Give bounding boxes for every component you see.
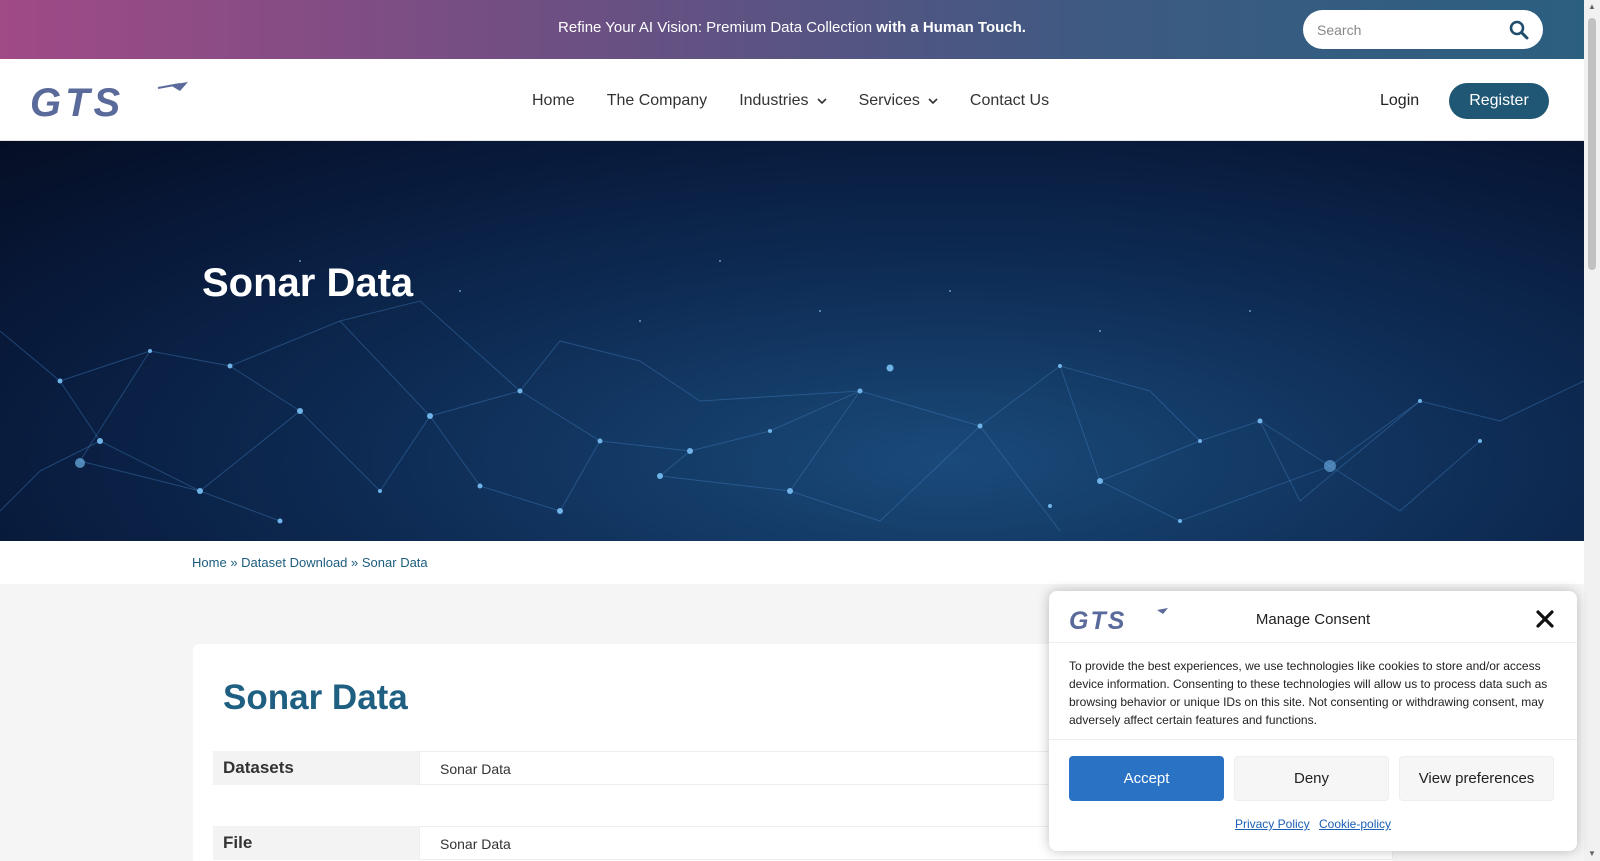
breadcrumb-current: Sonar Data (361, 555, 428, 570)
consent-divider (1049, 642, 1577, 643)
nav-menu: Home The Company Industries Services Con… (532, 92, 1081, 110)
gts-logo-mark: GTS (30, 81, 188, 125)
breadcrumb-bar: Home » Dataset Download » Sonar Data (0, 541, 1584, 584)
search-box[interactable] (1303, 10, 1543, 49)
network-background (0, 260, 1584, 532)
consent-links: Privacy Policy Cookie-policy (1049, 817, 1577, 831)
breadcrumb: Home » Dataset Download » Sonar Data (192, 555, 428, 570)
dataset-title: Sonar Data (223, 678, 408, 717)
nav-industries-label: Industries (739, 92, 809, 109)
main-navbar: GTS Home The Company Industries Services… (0, 59, 1584, 141)
chevron-down-icon (928, 97, 938, 104)
scroll-up-arrow[interactable]: ▲ (1588, 2, 1596, 11)
login-link[interactable]: Login (1380, 92, 1419, 110)
announcement-text-regular: Refine Your AI Vision: Premium Data Coll… (558, 19, 877, 36)
page-scrollbar[interactable]: ▲ ▼ (1584, 0, 1600, 861)
nav-home-label: Home (532, 92, 575, 109)
cookie-policy-link[interactable]: Cookie-policy (1319, 817, 1391, 831)
scroll-thumb[interactable] (1588, 18, 1596, 270)
nav-services[interactable]: Services (859, 92, 938, 110)
row-label-datasets: Datasets (213, 751, 419, 785)
accept-button[interactable]: Accept (1069, 756, 1224, 801)
search-icon[interactable] (1509, 20, 1529, 40)
nav-the-company[interactable]: The Company (607, 92, 708, 110)
breadcrumb-dataset-download[interactable]: Dataset Download (241, 555, 347, 570)
deny-button[interactable]: Deny (1234, 756, 1389, 801)
close-icon[interactable] (1535, 609, 1555, 629)
nav-the-company-label: The Company (606, 92, 708, 109)
nav-home[interactable]: Home (532, 92, 575, 110)
breadcrumb-separator: » (230, 555, 238, 570)
breadcrumb-home[interactable]: Home (192, 555, 227, 570)
announcement-text-bold: with a Human Touch. (876, 19, 1026, 36)
nav-services-label: Services (858, 92, 920, 109)
consent-dialog: GTS Manage Consent To provide the best e… (1049, 591, 1577, 851)
nav-contact-us-label: Contact Us (969, 92, 1050, 109)
search-input[interactable] (1317, 21, 1509, 38)
scroll-down-arrow[interactable]: ▼ (1588, 849, 1596, 858)
consent-divider (1049, 739, 1577, 740)
announcement-bar: Refine Your AI Vision: Premium Data Coll… (0, 0, 1584, 59)
breadcrumb-separator: » (351, 555, 359, 570)
chevron-down-icon (816, 97, 827, 104)
view-preferences-button[interactable]: View preferences (1399, 756, 1554, 801)
hero-title: Sonar Data (202, 261, 414, 305)
consent-message: To provide the best experiences, we use … (1069, 659, 1548, 727)
nav-contact-us[interactable]: Contact Us (970, 92, 1049, 110)
row-label-file: File (213, 826, 419, 860)
hero-banner: Sonar Data (0, 141, 1584, 541)
register-button[interactable]: Register (1449, 83, 1549, 119)
privacy-policy-link[interactable]: Privacy Policy (1235, 817, 1310, 831)
gts-logo-text: GTS (30, 81, 124, 119)
nav-industries[interactable]: Industries (739, 92, 827, 110)
gts-logo[interactable]: GTS (30, 81, 190, 125)
consent-title: Manage Consent (1255, 611, 1371, 628)
